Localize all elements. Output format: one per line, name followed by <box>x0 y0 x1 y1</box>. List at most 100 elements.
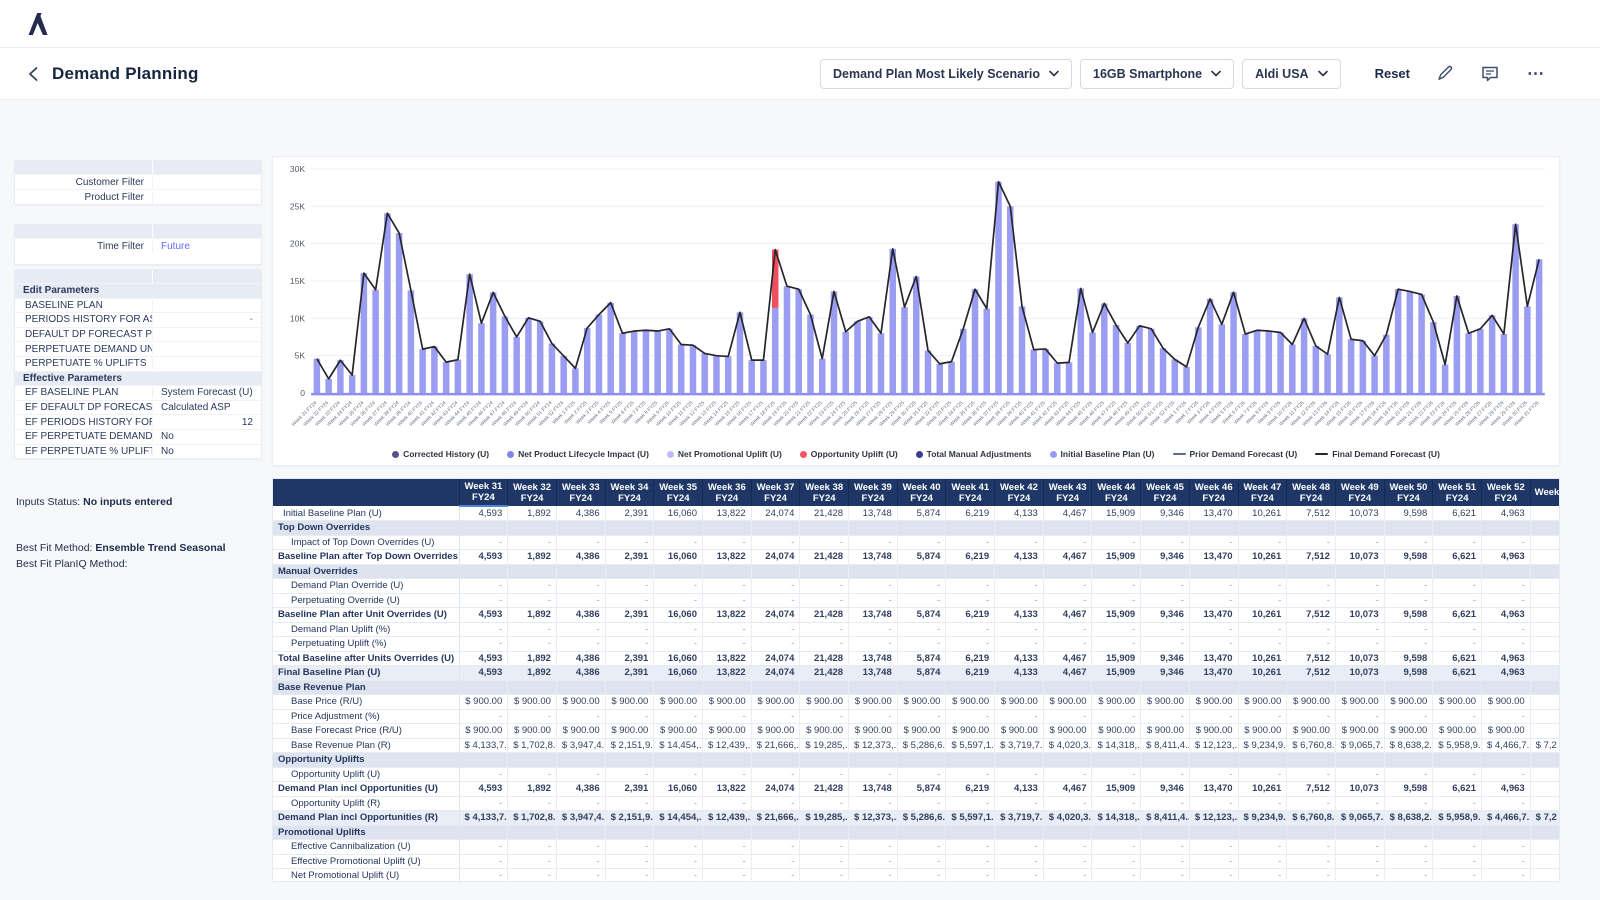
grid-cell[interactable]: 10,073 <box>1335 782 1384 797</box>
grid-cell[interactable]: $ 8,411,4... <box>1141 811 1190 826</box>
grid-cell[interactable]: 6,219 <box>946 782 995 797</box>
grid-cell[interactable]: $ 900.00 <box>849 724 898 739</box>
grid-cell[interactable]: - <box>995 579 1044 594</box>
grid-cell[interactable]: - <box>1141 709 1190 724</box>
grid-cell[interactable]: - <box>702 593 751 608</box>
grid-cell[interactable]: 4,963 <box>1481 651 1530 666</box>
grid-cell[interactable]: - <box>1189 622 1238 637</box>
table-header-cell[interactable]: Week 35FY24 <box>654 479 703 506</box>
table-header-cell[interactable]: Week 49FY24 <box>1335 479 1384 506</box>
grid-cell[interactable]: $ 6,760,8... <box>1287 811 1336 826</box>
grid-cell[interactable]: 13,748 <box>849 608 898 623</box>
grid-cell[interactable]: 2,391 <box>605 782 654 797</box>
table-header-cell[interactable]: Week 33FY24 <box>556 479 605 506</box>
grid-cell[interactable]: - <box>849 869 898 883</box>
grid-cell[interactable]: - <box>1433 535 1482 550</box>
grid-cell[interactable]: - <box>1287 593 1336 608</box>
grid-cell[interactable]: 21,428 <box>800 651 849 666</box>
grid-cell[interactable]: - <box>751 622 800 637</box>
grid-cell[interactable]: 4,133 <box>995 608 1044 623</box>
grid-cell[interactable]: $ 900.00 <box>1287 695 1336 710</box>
grid-cell[interactable]: - <box>605 767 654 782</box>
grid-cell[interactable] <box>1530 637 1560 652</box>
grid-cell[interactable]: 6,621 <box>1433 506 1482 521</box>
table-header-cell[interactable]: Week 44FY24 <box>1092 479 1141 506</box>
grid-cell[interactable]: $ 9,065,7... <box>1335 738 1384 753</box>
grid-cell[interactable]: - <box>459 535 508 550</box>
grid-cell[interactable]: - <box>1238 535 1287 550</box>
grid-cell[interactable]: - <box>897 622 946 637</box>
grid-cell[interactable]: 13,470 <box>1189 506 1238 521</box>
grid-cell[interactable]: 9,598 <box>1384 782 1433 797</box>
grid-cell[interactable]: - <box>946 593 995 608</box>
grid-cell[interactable]: - <box>897 709 946 724</box>
grid-cell[interactable]: - <box>800 767 849 782</box>
grid-cell[interactable]: 6,621 <box>1433 651 1482 666</box>
grid-cell[interactable]: - <box>459 840 508 855</box>
grid-cell[interactable]: - <box>1287 767 1336 782</box>
grid-cell[interactable]: - <box>556 593 605 608</box>
grid-cell[interactable]: - <box>556 796 605 811</box>
grid-cell[interactable]: 4,467 <box>1043 608 1092 623</box>
grid-cell[interactable]: 1,892 <box>508 550 557 565</box>
grid-cell[interactable]: 9,598 <box>1384 666 1433 681</box>
grid-cell[interactable]: - <box>605 854 654 869</box>
grid-cell[interactable]: - <box>849 637 898 652</box>
grid-cell[interactable]: - <box>1092 869 1141 883</box>
grid-cell[interactable]: - <box>654 535 703 550</box>
grid-cell[interactable]: $ 900.00 <box>1384 695 1433 710</box>
grid-cell[interactable] <box>1530 579 1560 594</box>
grid-cell[interactable]: $ 5,958,9... <box>1433 811 1482 826</box>
grid-cell[interactable]: $ 12,439,... <box>702 738 751 753</box>
grid-cell[interactable]: - <box>1481 709 1530 724</box>
grid-cell[interactable]: - <box>508 593 557 608</box>
grid-cell[interactable] <box>1530 622 1560 637</box>
grid-cell[interactable]: - <box>1335 709 1384 724</box>
grid-cell[interactable]: 2,391 <box>605 608 654 623</box>
grid-cell[interactable]: - <box>1238 869 1287 883</box>
grid-cell[interactable]: 4,593 <box>459 651 508 666</box>
grid-cell[interactable]: 4,963 <box>1481 506 1530 521</box>
grid-cell[interactable]: - <box>1433 637 1482 652</box>
grid-cell[interactable]: 13,748 <box>849 782 898 797</box>
grid-cell[interactable]: - <box>995 593 1044 608</box>
grid-cell[interactable]: - <box>1481 854 1530 869</box>
grid-cell[interactable]: 9,598 <box>1384 651 1433 666</box>
grid-cell[interactable]: 13,822 <box>702 550 751 565</box>
grid-cell[interactable]: - <box>946 869 995 883</box>
grid-cell[interactable]: - <box>1433 840 1482 855</box>
grid-cell[interactable]: $ 6,760,8... <box>1287 738 1336 753</box>
grid-cell[interactable]: 9,346 <box>1141 782 1190 797</box>
table-header-cell[interactable]: Week 39FY24 <box>849 479 898 506</box>
grid-cell[interactable]: $ 14,454,... <box>654 811 703 826</box>
grid-cell[interactable]: - <box>897 840 946 855</box>
grid-cell[interactable]: - <box>897 854 946 869</box>
grid-cell[interactable]: - <box>849 840 898 855</box>
grid-cell[interactable]: 4,133 <box>995 506 1044 521</box>
grid-cell[interactable]: - <box>995 535 1044 550</box>
grid-cell[interactable] <box>1530 608 1560 623</box>
grid-cell[interactable]: 4,467 <box>1043 782 1092 797</box>
grid-cell[interactable]: - <box>1481 579 1530 594</box>
grid-cell[interactable]: - <box>459 854 508 869</box>
grid-cell[interactable]: 5,874 <box>897 506 946 521</box>
grid-cell[interactable] <box>1530 854 1560 869</box>
grid-cell[interactable]: - <box>459 767 508 782</box>
grid-cell[interactable]: 13,748 <box>849 651 898 666</box>
grid-cell[interactable]: - <box>556 869 605 883</box>
grid-cell[interactable]: - <box>1043 709 1092 724</box>
grid-cell[interactable]: - <box>1092 709 1141 724</box>
grid-cell[interactable]: - <box>1433 796 1482 811</box>
grid-cell[interactable]: $ 900.00 <box>654 724 703 739</box>
grid-cell[interactable]: - <box>702 535 751 550</box>
grid-cell[interactable]: $ 900.00 <box>849 695 898 710</box>
grid-cell[interactable]: 4,593 <box>459 550 508 565</box>
grid-cell[interactable]: 7,512 <box>1287 506 1336 521</box>
grid-cell[interactable]: 13,470 <box>1189 550 1238 565</box>
grid-cell[interactable]: - <box>946 579 995 594</box>
table-header-cell[interactable]: Week 36FY24 <box>702 479 751 506</box>
grid-cell[interactable]: - <box>1189 579 1238 594</box>
grid-cell[interactable]: $ 900.00 <box>1238 695 1287 710</box>
grid-cell[interactable]: - <box>702 709 751 724</box>
grid-cell[interactable]: - <box>800 840 849 855</box>
